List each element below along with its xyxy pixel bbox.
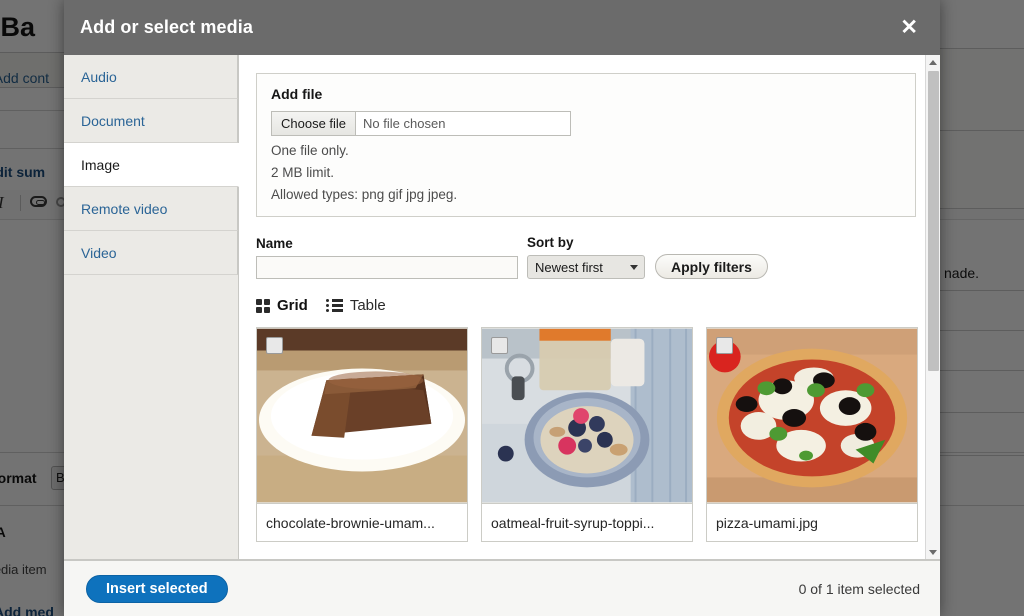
selection-status: 0 of 1 item selected (799, 581, 920, 597)
list-icon (326, 299, 343, 312)
close-icon[interactable]: ✕ (892, 13, 926, 42)
chevron-down-icon[interactable] (926, 545, 940, 559)
upload-hint-size-limit: 2 MB limit. (271, 165, 901, 180)
view-mode-switch: Grid Table (256, 297, 916, 314)
brownie-image (257, 328, 467, 503)
insert-selected-button[interactable]: Insert selected (86, 575, 228, 603)
media-card[interactable]: oatmeal-fruit-syrup-toppi... (481, 327, 693, 542)
view-mode-table-label: Table (350, 297, 386, 314)
view-mode-grid[interactable]: Grid (256, 297, 308, 314)
media-select-checkbox[interactable] (266, 337, 283, 354)
media-type-tabs: Audio Document Image Remote video Video (64, 55, 239, 559)
sort-by-value: Newest first (535, 260, 603, 275)
tab-remote-video[interactable]: Remote video (64, 187, 238, 231)
upload-hint-one-file: One file only. (271, 143, 901, 158)
media-filename: pizza-umami.jpg (707, 503, 917, 541)
sort-by-group: Sort by Newest first (527, 235, 645, 279)
add-file-label: Add file (271, 86, 901, 102)
sort-by-label: Sort by (527, 235, 645, 250)
dialog-title: Add or select media (80, 17, 253, 38)
chevron-down-icon (630, 265, 638, 270)
media-library-pane: Add file Choose file No file chosen One … (239, 55, 940, 559)
dialog-scrollbar[interactable] (925, 55, 940, 559)
chevron-up-icon[interactable] (926, 55, 940, 69)
tab-audio[interactable]: Audio (64, 55, 238, 99)
media-grid: chocolate-brownie-umam... (256, 327, 916, 542)
oatmeal-image (482, 328, 692, 503)
media-filename: chocolate-brownie-umam... (257, 503, 467, 541)
media-filename: oatmeal-fruit-syrup-toppi... (482, 503, 692, 541)
media-card[interactable]: pizza-umami.jpg (706, 327, 918, 542)
media-thumbnail (257, 328, 467, 503)
pizza-image (707, 328, 917, 503)
view-mode-table[interactable]: Table (326, 297, 386, 314)
media-thumbnail (482, 328, 692, 503)
scrollbar-thumb[interactable] (928, 71, 939, 371)
name-filter-label: Name (256, 236, 518, 251)
dialog-footer: Insert selected 0 of 1 item selected (64, 560, 940, 616)
grid-icon (256, 299, 270, 313)
media-thumbnail (707, 328, 917, 503)
apply-filters-button[interactable]: Apply filters (655, 254, 768, 279)
name-filter-input[interactable] (256, 256, 518, 279)
name-filter-group: Name (256, 236, 518, 279)
add-or-select-media-dialog: Add or select media ✕ Audio Document Ima… (64, 0, 940, 616)
view-mode-grid-label: Grid (277, 297, 308, 314)
file-upload-field[interactable]: Choose file No file chosen (271, 111, 571, 136)
tab-image[interactable]: Image (64, 143, 239, 187)
no-file-chosen-text: No file chosen (356, 112, 445, 135)
tab-video[interactable]: Video (64, 231, 238, 275)
dialog-header: Add or select media ✕ (64, 0, 940, 55)
media-select-checkbox[interactable] (491, 337, 508, 354)
media-card[interactable]: chocolate-brownie-umam... (256, 327, 468, 542)
choose-file-button[interactable]: Choose file (272, 112, 356, 135)
tab-document[interactable]: Document (64, 99, 238, 143)
media-select-checkbox[interactable] (716, 337, 733, 354)
sort-by-select[interactable]: Newest first (527, 255, 645, 279)
upload-hint-allowed-types: Allowed types: png gif jpg jpeg. (271, 187, 901, 202)
filter-bar: Name Sort by Newest first Apply filters (256, 235, 916, 279)
add-file-section: Add file Choose file No file chosen One … (256, 73, 916, 217)
dialog-body: Audio Document Image Remote video Video … (64, 55, 940, 560)
